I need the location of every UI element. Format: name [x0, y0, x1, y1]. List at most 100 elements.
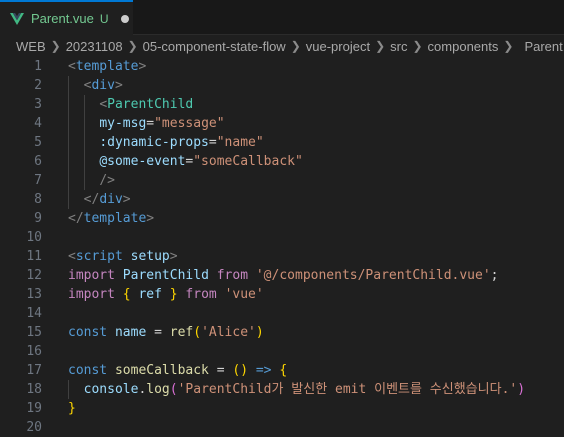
code-token: 'Alice'	[201, 325, 256, 340]
code-token: from	[216, 268, 249, 283]
code-token: )	[517, 382, 526, 397]
chevron-right-icon: ❯	[50, 39, 61, 53]
breadcrumb-item[interactable]: Parent.vue	[524, 39, 564, 54]
code-text: <template>	[68, 57, 146, 76]
breadcrumb-item[interactable]: vue-project	[306, 39, 370, 54]
code-token: >	[146, 211, 155, 226]
code-token: ParentChild	[107, 97, 194, 112]
line-number: 5	[34, 135, 42, 150]
unsaved-dot-icon[interactable]	[120, 14, 129, 23]
line-number: 1	[34, 59, 42, 74]
code-line[interactable]: 3 <ParentChild	[0, 95, 564, 114]
code-token: template	[75, 59, 139, 74]
code-line[interactable]: 12 import ParentChild from '@/components/…	[0, 266, 564, 285]
chevron-right-icon: ❯	[127, 39, 138, 53]
code-text: const name = ref('Alice')	[68, 323, 264, 342]
code-line[interactable]: 17 const someCallback = () => {	[0, 361, 564, 380]
code-text: const someCallback = () => {	[68, 361, 287, 380]
code-text: import ParentChild from '@/components/Pa…	[68, 266, 499, 285]
tab-parent-vue[interactable]: Parent.vue U	[0, 0, 133, 35]
code-line[interactable]: 5 :dynamic-props="name"	[0, 133, 564, 152]
code-token: 'vue'	[224, 287, 264, 302]
code-text: }	[68, 399, 76, 418]
code-token: {	[279, 363, 288, 378]
code-line[interactable]: 4 my-msg="message"	[0, 114, 564, 133]
code-line[interactable]: 18 console.log('ParentChild가 발신한 emit 이벤…	[0, 380, 564, 399]
code-token: <	[68, 249, 76, 264]
chevron-right-icon: ❯	[375, 39, 386, 53]
code-token: ()	[232, 363, 249, 378]
breadcrumb-item[interactable]: 05-component-state-flow	[143, 39, 286, 54]
code-token: {	[122, 287, 131, 302]
vue-file-icon	[10, 12, 24, 25]
code-line[interactable]: 14	[0, 304, 564, 323]
code-line[interactable]: 16	[0, 342, 564, 361]
code-text: </template>	[68, 209, 154, 228]
code-line[interactable]: 13 import { ref } from 'vue'	[0, 285, 564, 304]
code-line[interactable]: 7 />	[0, 171, 564, 190]
code-token: my-msg	[99, 116, 147, 131]
code-text: <script setup>	[68, 247, 178, 266]
breadcrumb-item[interactable]: src	[390, 39, 407, 54]
line-number: 14	[26, 306, 42, 321]
code-line[interactable]: 20	[0, 418, 564, 437]
code-token: <	[68, 59, 76, 74]
code-text: my-msg="message"	[68, 114, 225, 133]
tab-filename: Parent.vue	[31, 11, 94, 26]
code-token: log	[146, 382, 170, 397]
code-token: =	[146, 325, 170, 340]
code-line[interactable]: 9 </template>	[0, 209, 564, 228]
chevron-right-icon: ❯	[503, 39, 514, 53]
code-token: =	[208, 135, 217, 150]
git-status-badge: U	[99, 11, 109, 26]
code-token: ref	[138, 287, 162, 302]
code-token: "message"	[154, 116, 225, 131]
code-text: <div>	[68, 76, 123, 95]
code-token: =	[146, 116, 155, 131]
code-token: >	[114, 78, 123, 93]
code-token: ;	[490, 268, 499, 283]
code-line[interactable]: 15 const name = ref('Alice')	[0, 323, 564, 342]
code-token: const	[68, 325, 108, 340]
code-token: =>	[255, 363, 272, 378]
line-number: 10	[26, 230, 42, 245]
code-line[interactable]: 6 @some-event="someCallback"	[0, 152, 564, 171]
code-token: </	[68, 211, 84, 226]
line-number: 7	[34, 173, 42, 188]
code-token: name	[114, 325, 147, 340]
line-number: 3	[34, 97, 42, 112]
code-token: div	[91, 78, 115, 93]
line-number: 15	[26, 325, 42, 340]
code-text: <ParentChild	[68, 95, 193, 114]
code-token: setup	[130, 249, 170, 264]
code-token: someCallback	[114, 363, 209, 378]
line-number: 2	[34, 78, 42, 93]
code-token: <	[99, 97, 108, 112]
line-number: 16	[26, 344, 42, 359]
code-line[interactable]: 19}	[0, 399, 564, 418]
line-number: 12	[26, 268, 42, 283]
breadcrumb-item[interactable]: 20231108	[66, 39, 123, 54]
breadcrumb-item[interactable]: components	[428, 39, 499, 54]
code-token: div	[99, 192, 123, 207]
code-token: (	[169, 382, 178, 397]
code-token: }	[169, 287, 178, 302]
code-line[interactable]: 2 <div>	[0, 76, 564, 95]
breadcrumb-item[interactable]: WEB	[16, 39, 46, 54]
code-token: >	[122, 192, 131, 207]
line-number: 8	[34, 192, 42, 207]
code-line[interactable]: 11 <script setup>	[0, 247, 564, 266]
code-line[interactable]: 10	[0, 228, 564, 247]
code-line[interactable]: 8 </div>	[0, 190, 564, 209]
code-token: (	[193, 325, 202, 340]
code-editor[interactable]: 1 <template> 2 <div> 3 <ParentChild 4 my-msg…	[0, 57, 564, 435]
code-line[interactable]: 1 <template>	[0, 57, 564, 76]
